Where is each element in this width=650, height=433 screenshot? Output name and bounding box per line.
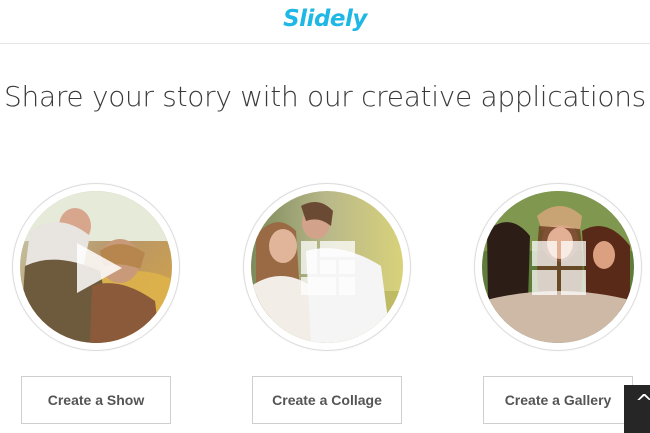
show-thumbnail-frame[interactable] <box>12 183 180 351</box>
chevron-up-icon: ^ <box>635 391 650 416</box>
app-card-gallery: Create a Gallery <box>474 183 644 428</box>
app-card-collage: Create a Collage <box>243 183 413 428</box>
create-gallery-button[interactable]: Create a Gallery <box>483 376 633 424</box>
create-show-button[interactable]: Create a Show <box>21 376 171 424</box>
gallery-thumbnail-frame[interactable] <box>474 183 642 351</box>
collage-thumbnail-frame[interactable] <box>243 183 411 351</box>
top-navbar: Slidely <box>0 0 650 44</box>
app-card-show: Create a Show <box>12 183 182 428</box>
page-headline: Share your story with our creative appli… <box>4 80 646 113</box>
play-icon <box>67 238 127 298</box>
collage-grid-icon <box>298 238 358 298</box>
scroll-to-top-button[interactable]: ^ <box>624 385 650 433</box>
slidely-logo[interactable]: Slidely <box>0 6 650 32</box>
gallery-grid-icon <box>529 238 589 298</box>
create-collage-button[interactable]: Create a Collage <box>252 376 402 424</box>
